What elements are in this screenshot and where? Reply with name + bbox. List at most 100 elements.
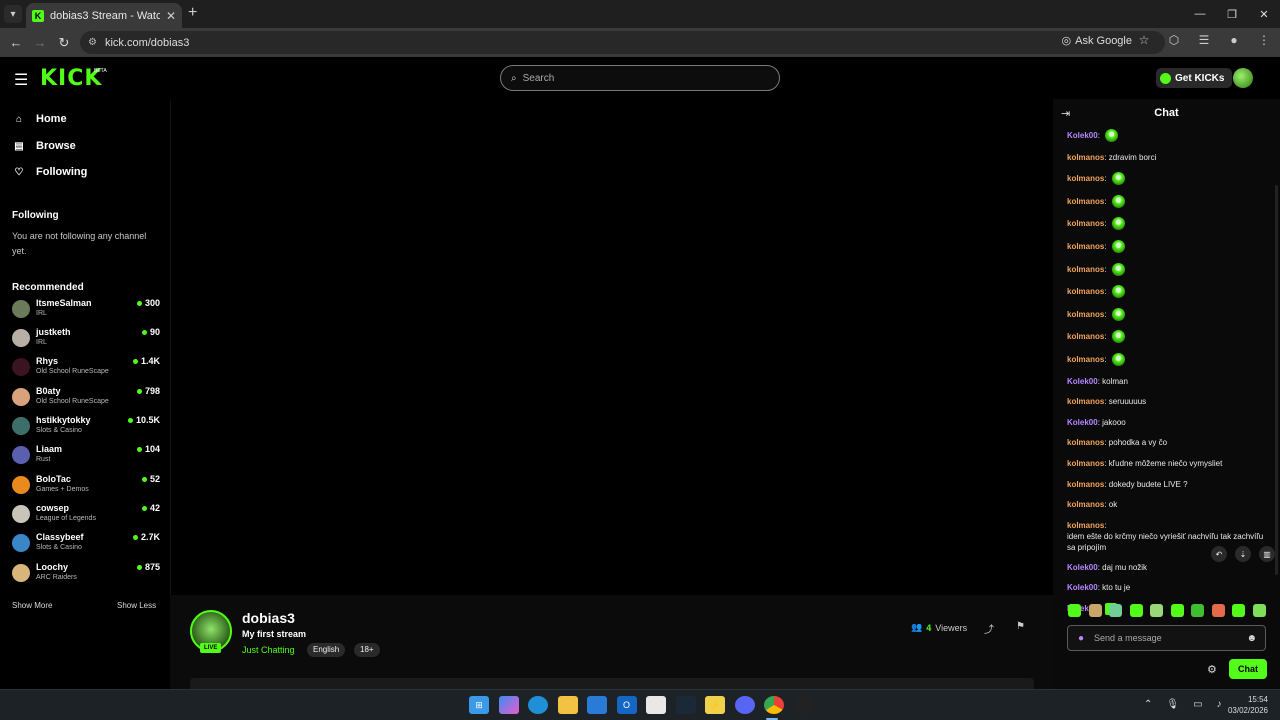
chat-username[interactable]: kolmanos [1067, 309, 1104, 320]
chat-message[interactable]: Kolek00: daj mu nožik [1067, 562, 1267, 573]
copilot-icon[interactable] [498, 696, 519, 714]
video-player[interactable] [170, 99, 1053, 595]
emote-icon[interactable] [1211, 604, 1225, 617]
chat-message[interactable]: kolmanos: dokedy budete LIVE ? [1067, 479, 1267, 490]
obs-icon[interactable] [793, 696, 814, 714]
discord-icon[interactable] [734, 696, 755, 714]
back-button[interactable]: ← [4, 35, 28, 50]
chat-username[interactable]: kolmanos [1067, 264, 1104, 275]
chat-message-input[interactable] [1094, 633, 1225, 643]
chat-message[interactable]: kolmanos: [1067, 172, 1267, 186]
chat-scrollbar[interactable] [1275, 185, 1278, 575]
chat-message[interactable]: kolmanos: zdravim borci [1067, 152, 1267, 163]
recommended-channel[interactable]: B0aty Old School RuneScape 798 [12, 385, 160, 411]
site-info-icon[interactable]: ⚙ [88, 37, 97, 48]
chat-message[interactable]: Kolek00: [1067, 129, 1267, 142]
volume-icon[interactable]: ♪ [1217, 699, 1222, 710]
recommended-channel[interactable]: BoloTac Games + Demos 52 [12, 473, 160, 499]
chat-username[interactable]: kolmanos [1067, 218, 1104, 229]
recommended-channel[interactable]: justketh IRL 90 [12, 326, 160, 352]
sidebar-item-home[interactable]: ⌂ Home [12, 113, 67, 125]
tab-search-button[interactable]: ▾ [4, 5, 22, 23]
emote-icon[interactable] [1150, 604, 1164, 617]
chat-settings-icon[interactable]: ⚙ [1207, 663, 1217, 676]
chat-message[interactable]: kolmanos: [1067, 262, 1267, 276]
hamburger-menu-icon[interactable]: ☰ [14, 70, 28, 90]
forward-button[interactable]: → [28, 35, 52, 50]
chat-username[interactable]: kolmanos [1067, 396, 1104, 407]
recommended-channel[interactable]: ItsmeSalman IRL 300 [12, 297, 160, 323]
chat-username[interactable]: kolmanos [1067, 458, 1104, 469]
taskbar-clock[interactable]: 15:54 03/02/2026 [1226, 694, 1268, 716]
chat-message[interactable]: Kolek00: kolman [1067, 376, 1267, 387]
chat-username[interactable]: kolmanos [1067, 173, 1104, 184]
new-tab-button[interactable]: + [188, 4, 197, 22]
emote-icon[interactable] [1068, 604, 1081, 617]
microphone-icon[interactable]: ● [1078, 633, 1084, 644]
window-close-button[interactable]: ✕ [1248, 0, 1280, 28]
outlook-icon[interactable]: O [616, 696, 637, 714]
close-icon[interactable]: ✕ [166, 9, 176, 23]
menu-icon[interactable]: ⋮ [1256, 33, 1272, 47]
chat-message[interactable]: kolmanos: [1067, 352, 1267, 366]
extensions-icon[interactable]: ⬡ [1166, 33, 1182, 47]
chat-message[interactable]: kolmanos: pohodka a vy čo [1067, 437, 1267, 448]
emote-icon[interactable] [1232, 604, 1246, 617]
emote-icon[interactable] [1191, 604, 1205, 617]
chat-username[interactable]: Kolek00 [1067, 562, 1098, 573]
winamp-icon[interactable]: ⚡ [705, 696, 725, 714]
chat-username[interactable]: kolmanos [1067, 196, 1104, 207]
file-icon[interactable] [646, 696, 666, 714]
chat-username[interactable]: Kolek00 [1067, 582, 1098, 593]
chat-username[interactable]: Kolek00 [1067, 130, 1098, 141]
chat-message[interactable]: kolmanos: ok [1067, 499, 1267, 510]
chat-username[interactable]: kolmanos [1067, 479, 1104, 490]
delete-icon[interactable]: ▥ [1259, 546, 1275, 562]
ask-google-button[interactable]: ◎ Ask Google [1062, 34, 1132, 48]
recommended-channel[interactable]: Classybeef Slots & Casino 2.7K [12, 531, 160, 557]
chat-message[interactable]: kolmanos: seruuuuus [1067, 396, 1267, 407]
chat-username[interactable]: kolmanos [1067, 354, 1104, 365]
chat-username[interactable]: kolmanos [1067, 437, 1104, 448]
profile-icon[interactable]: ● [1226, 33, 1242, 47]
recommended-channel[interactable]: Loochy ARC Raiders 875 [12, 561, 160, 587]
steam-icon[interactable] [675, 696, 696, 714]
chat-username[interactable]: Kolek00 [1067, 376, 1098, 387]
chat-username[interactable]: kolmanos [1067, 331, 1104, 342]
chat-message[interactable]: kolmanos: kľudne môžeme niečo vymysliet [1067, 458, 1267, 469]
sidebar-item-following[interactable]: ♡ Following [12, 166, 88, 178]
emoji-picker-icon[interactable]: ☻ [1246, 633, 1257, 644]
share-icon[interactable]: ⤴ [984, 621, 994, 636]
chevron-up-icon[interactable]: ⌃ [1144, 699, 1152, 710]
chat-username[interactable]: kolmanos [1067, 152, 1104, 163]
tag-language[interactable]: English [307, 643, 346, 657]
chat-message[interactable]: kolmanos: [1067, 285, 1267, 299]
search-input[interactable] [522, 72, 753, 84]
chat-username[interactable]: Kolek00 [1067, 417, 1098, 428]
emote-icon[interactable] [1109, 604, 1123, 617]
chat-username[interactable]: kolmanos [1067, 499, 1104, 510]
reading-list-icon[interactable]: ☰ [1196, 33, 1212, 47]
emote-icon[interactable] [1252, 604, 1266, 617]
reply-icon[interactable]: ↶ [1211, 546, 1227, 562]
edge-icon[interactable] [528, 696, 548, 714]
chat-message[interactable]: kolmanos: [1067, 239, 1267, 253]
channel-name[interactable]: dobias3 [242, 610, 295, 626]
recommended-channel[interactable]: Rhys Old School RuneScape 1.4K [12, 355, 160, 381]
reload-button[interactable]: ↻ [52, 35, 76, 51]
network-icon[interactable]: ▭ [1193, 699, 1202, 710]
bookmark-star-icon[interactable]: ☆ [1136, 33, 1152, 47]
follow-icon[interactable]: ⚑ [1016, 621, 1025, 632]
emote-icon[interactable] [1129, 604, 1143, 617]
recommended-channel[interactable]: Liaam Rust 104 [12, 443, 160, 469]
chat-message[interactable]: kolmanos: [1067, 307, 1267, 321]
chat-message[interactable]: kolmanos: [1067, 217, 1267, 231]
microphone-tray-icon[interactable]: 🎙 [1166, 699, 1179, 710]
browser-tab[interactable]: K dobias3 Stream - Watch Live on ✕ [26, 3, 182, 28]
show-less-button[interactable]: Show Less [117, 601, 156, 610]
chat-username[interactable]: kolmanos [1067, 520, 1104, 531]
omnibox[interactable]: ⚙ kick.com/dobias3 [80, 31, 1165, 54]
stream-category-link[interactable]: Just Chatting [242, 645, 295, 655]
get-kicks-button[interactable]: Get KICKs [1156, 68, 1233, 88]
recommended-channel[interactable]: cowsep League of Legends 42 [12, 502, 160, 528]
